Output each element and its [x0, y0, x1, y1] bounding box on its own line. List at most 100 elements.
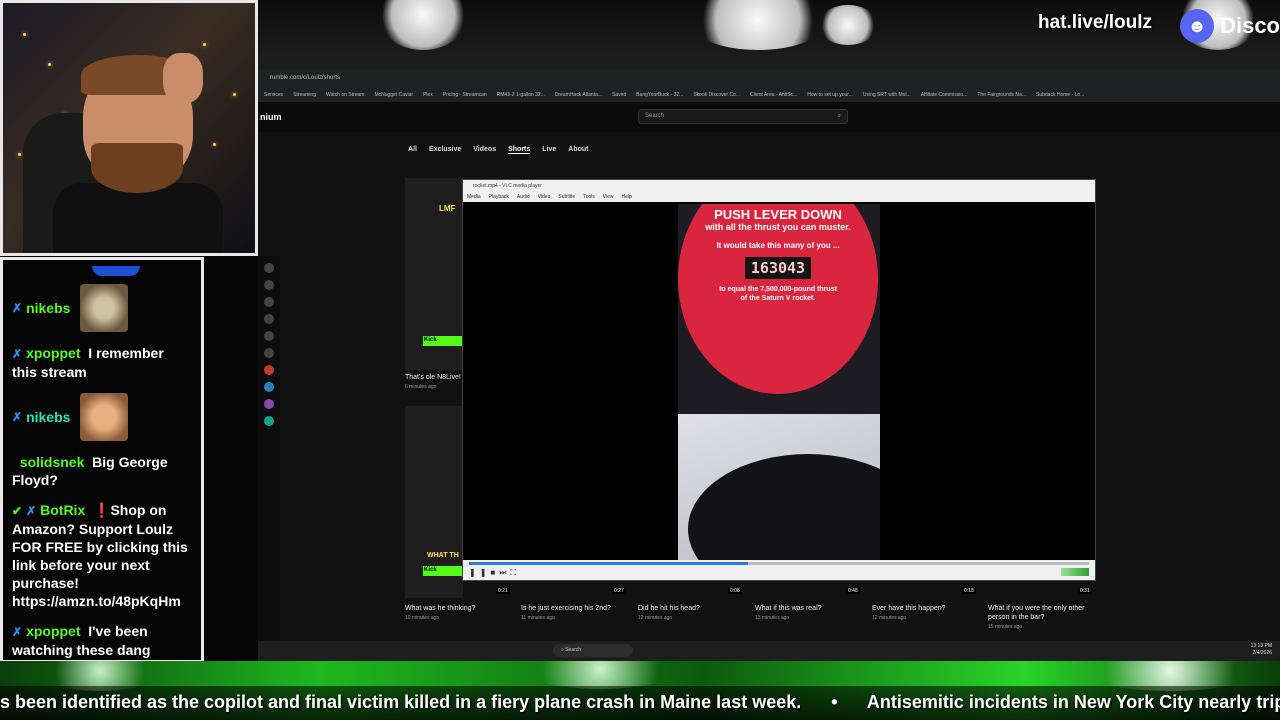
menu-help[interactable]: Help	[622, 194, 632, 200]
search-placeholder: Search	[645, 113, 665, 119]
bookmark[interactable]: Services	[264, 92, 283, 98]
menu-media[interactable]: Media	[467, 194, 481, 200]
bookmark[interactable]: Using SRT with Mol...	[863, 92, 911, 98]
volume-slider[interactable]	[1061, 568, 1089, 576]
tab-about[interactable]: About	[568, 146, 588, 154]
clock-time: 13:13 PM	[1250, 643, 1272, 649]
vlc-menubar: Media Playback Audio Video Subtitle Tool…	[463, 192, 1095, 202]
tab-live[interactable]: Live	[542, 146, 556, 154]
stop-icon[interactable]: ■	[490, 568, 499, 577]
bookmark[interactable]: Client Area - AntiSc...	[750, 92, 797, 98]
rail-icon[interactable]	[264, 331, 274, 341]
video-meta: 12 minutes ago	[638, 615, 673, 621]
rail-avatar[interactable]	[264, 416, 274, 426]
kick-watermark: Kick	[423, 336, 463, 346]
sword-badge-icon: ✗	[26, 504, 37, 518]
menu-playback[interactable]: Playback	[489, 194, 509, 200]
video-meta: 10 minutes ago	[405, 615, 440, 621]
chat-message: ✗ xpoppet I remember this stream	[12, 344, 192, 381]
green-splash	[520, 661, 680, 689]
vlc-title: rocket.mp4 - VLC media player	[473, 183, 542, 189]
rail-icon[interactable]	[264, 297, 274, 307]
bookmark[interactable]: McNugget Caviar	[374, 92, 413, 98]
video-title[interactable]: Is he just exercising his 2nd?	[521, 604, 631, 613]
bookmark[interactable]: Plex	[423, 92, 433, 98]
rail-icon[interactable]	[264, 348, 274, 358]
fullscreen-icon[interactable]: ⛶	[510, 568, 520, 577]
sword-badge-icon: ✗	[12, 625, 23, 639]
video-title[interactable]: Ever have this happen?	[872, 604, 982, 613]
chat-message: ✔ ✗ BotRix ❗Shop on Amazon? Support Loulz …	[12, 501, 192, 610]
bookmark[interactable]: Skook Discover Co...	[693, 92, 740, 98]
tab-all[interactable]: All	[408, 146, 417, 154]
bookmark[interactable]: Pricing - Streamcan	[443, 92, 487, 98]
tab-videos[interactable]: Videos	[473, 146, 496, 154]
bookmark[interactable]: Affiliate Commissio...	[921, 92, 968, 98]
menu-audio[interactable]: Audio	[517, 194, 530, 200]
vlc-titlebar[interactable]: rocket.mp4 - VLC media player	[463, 180, 1095, 192]
streamer-beard	[91, 143, 183, 193]
sign-line: with all the thrust you can muster.	[705, 222, 851, 232]
vlc-video-frame[interactable]: PUSH LEVER DOWN with all the thrust you …	[678, 204, 880, 560]
sign-title: PUSH LEVER DOWN	[714, 207, 842, 222]
brand-prefix: hat.live/	[1037, 12, 1109, 33]
emote-fragment	[92, 266, 140, 276]
verified-badge-icon: ✔	[12, 504, 23, 518]
rail-avatar[interactable]	[264, 399, 274, 409]
menu-subtitle[interactable]: Subtitle	[558, 194, 575, 200]
menu-view[interactable]: View	[603, 194, 614, 200]
bookmark[interactable]: DreamHack Atlanta...	[555, 92, 602, 98]
tab-exclusive[interactable]: Exclusive	[429, 146, 461, 154]
video-title[interactable]: Did he hit his head?	[638, 604, 748, 613]
search-icon[interactable]: ⌕	[838, 113, 841, 120]
skip-icon[interactable]: ⏭	[499, 568, 510, 577]
bookmark[interactable]: Streaming	[293, 92, 316, 98]
chat-username: nikebs	[26, 409, 71, 425]
rail-avatar[interactable]	[264, 365, 274, 375]
video-title[interactable]: That's ole N8Live!	[405, 373, 461, 382]
bookmark[interactable]: BangYourBuck - 32...	[636, 92, 683, 98]
video-meta: 15 minutes ago	[988, 624, 1023, 630]
sloth-emote-icon	[80, 284, 129, 332]
vlc-window[interactable]: rocket.mp4 - VLC media player Media Play…	[462, 179, 1096, 581]
sword-badge-icon: ✗	[12, 347, 23, 361]
bookmark[interactable]: RM43-2 1-gallon 32...	[497, 92, 545, 98]
sword-badge-icon: ✗	[12, 301, 23, 315]
taskbar-clock[interactable]: 13:13 PM 2/4/2026	[1251, 643, 1272, 657]
lcd-counter: 163043	[744, 257, 812, 279]
menu-tools[interactable]: Tools	[583, 194, 595, 200]
video-thumbnail[interactable]: WHAT TH Kick	[405, 406, 463, 598]
taskbar-search[interactable]: ⌕ Search	[553, 644, 633, 657]
pause-icon[interactable]: ❚❚	[469, 568, 490, 577]
menu-video[interactable]: Video	[538, 194, 551, 200]
bookmark[interactable]: Subdack Home - Lo...	[1036, 92, 1084, 98]
video-title[interactable]: What was he thinking?	[405, 604, 515, 613]
chat-username: xpoppet	[26, 345, 81, 361]
rail-icon[interactable]	[264, 314, 274, 324]
chat-message: solidsnek Big George Floyd?	[12, 453, 192, 489]
video-thumbnail[interactable]: LMF Kick	[405, 178, 463, 370]
streamer-body	[53, 183, 223, 253]
video-meta: 6 minutes ago	[405, 384, 437, 390]
address-bar[interactable]: rumble.com/c/Loulz/shorts	[258, 70, 1280, 88]
bookmark[interactable]: The Fairgrounds Na...	[977, 92, 1026, 98]
rail-icon[interactable]	[264, 280, 274, 290]
site-search-input[interactable]: Search ⌕	[638, 109, 848, 124]
browser-tab-bar[interactable]	[258, 56, 1280, 70]
tab-shorts[interactable]: Shorts	[508, 146, 531, 154]
video-title[interactable]: What if this was real?	[755, 604, 865, 613]
kick-watermark: Kick	[423, 566, 463, 576]
bookmark[interactable]: Saved	[612, 92, 626, 98]
sign-text: PUSH LEVER DOWN with all the thrust you …	[678, 207, 878, 303]
seek-bar[interactable]	[469, 562, 1089, 565]
video-title[interactable]: What if you were the only other person i…	[988, 604, 1100, 622]
video-meta: 11 minutes ago	[521, 615, 555, 621]
rail-icon[interactable]	[264, 263, 274, 273]
discord-label: Disco	[1220, 13, 1280, 38]
vlc-controls: ❚❚■⏭⛶	[463, 560, 1095, 580]
rail-avatar[interactable]	[264, 382, 274, 392]
bookmark[interactable]: Watch on Stream	[326, 92, 364, 98]
bookmark[interactable]: How to set up your...	[807, 92, 853, 98]
brand-suffix: loulz	[1108, 12, 1152, 33]
webcam-feed	[0, 0, 258, 256]
